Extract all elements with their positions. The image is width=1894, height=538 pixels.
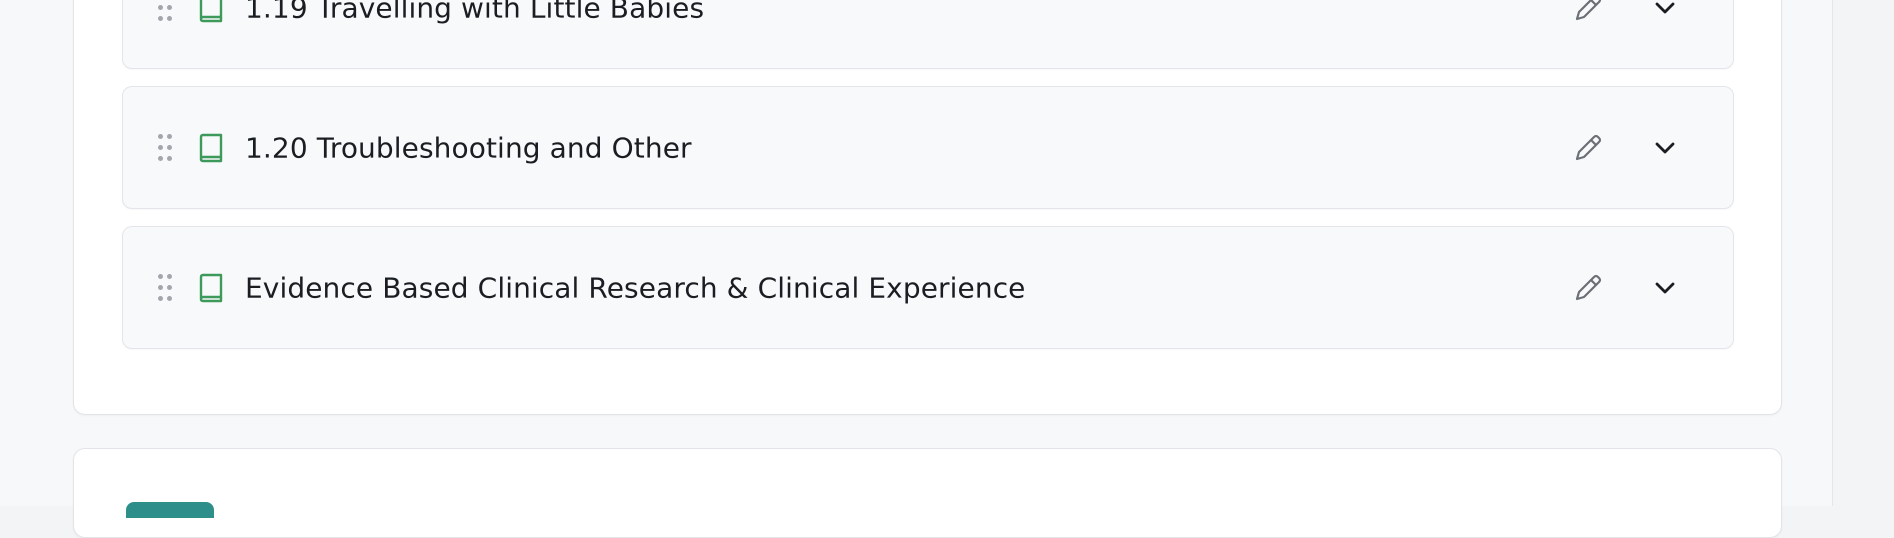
drag-handle-icon[interactable] [158, 133, 172, 162]
edit-pencil-icon[interactable] [1571, 0, 1605, 25]
chevron-down-icon[interactable] [1651, 275, 1679, 301]
drag-handle-icon[interactable] [158, 273, 172, 302]
book-icon [199, 273, 223, 302]
book-icon [199, 133, 223, 162]
main-content-area: 1.19 Travelling with Little Babies 1.20 … [0, 0, 1833, 538]
lesson-row[interactable]: 1.20 Troubleshooting and Other [122, 86, 1734, 209]
chevron-down-icon[interactable] [1651, 135, 1679, 161]
section-badge [126, 502, 214, 518]
book-icon [199, 0, 223, 22]
next-section-card [73, 448, 1782, 538]
lesson-title: 1.19 Travelling with Little Babies [245, 0, 705, 24]
lesson-row[interactable]: Evidence Based Clinical Research & Clini… [122, 226, 1734, 349]
lesson-row[interactable]: 1.19 Travelling with Little Babies [122, 0, 1734, 69]
lesson-title: 1.20 Troubleshooting and Other [245, 131, 692, 164]
edit-pencil-icon[interactable] [1571, 271, 1605, 305]
drag-handle-icon[interactable] [158, 0, 172, 22]
lesson-title: Evidence Based Clinical Research & Clini… [245, 271, 1026, 304]
edit-pencil-icon[interactable] [1571, 131, 1605, 165]
chevron-down-icon[interactable] [1651, 0, 1679, 21]
